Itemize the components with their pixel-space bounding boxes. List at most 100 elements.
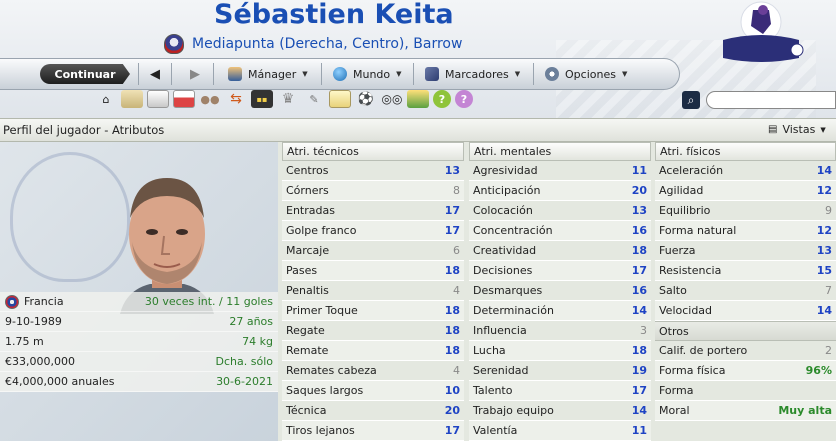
menu-options[interactable]: Opciones ▼	[545, 64, 627, 84]
player-info-list: Francia 30 veces int. / 11 goles 9-10-19…	[0, 292, 278, 392]
attribute-value: 17	[444, 224, 460, 237]
attribute-row[interactable]: Influencia 3	[469, 321, 651, 341]
attribute-row[interactable]: Penaltis 4	[282, 281, 464, 301]
globe-icon	[333, 67, 347, 81]
attribute-row[interactable]: Saques largos 10	[282, 381, 464, 401]
attribute-row[interactable]: Equilibrio 9	[655, 201, 836, 221]
attribute-row[interactable]: Regate 18	[282, 321, 464, 341]
attribute-row[interactable]: Agilidad 12	[655, 181, 836, 201]
attribute-row[interactable]: Forma natural 12	[655, 221, 836, 241]
attribute-row[interactable]: Trabajo equipo 14	[469, 401, 651, 421]
attribute-row[interactable]: Concentración 16	[469, 221, 651, 241]
continue-button[interactable]: Continuar	[40, 64, 130, 84]
menu-bookmarks[interactable]: Marcadores ▼	[425, 64, 520, 84]
attribute-value: 12	[816, 224, 832, 237]
home-icon[interactable]: ⌂	[95, 90, 117, 108]
technical-header: Atri. técnicos	[282, 142, 464, 161]
trophy-icon[interactable]: ♛	[277, 90, 299, 108]
attribute-row[interactable]: Colocación 13	[469, 201, 651, 221]
nation-label[interactable]: Francia	[24, 295, 64, 308]
attribute-value: 16	[631, 224, 647, 237]
attribute-row[interactable]: Desmarques 16	[469, 281, 651, 301]
attribute-name: Concentración	[473, 224, 553, 237]
fixtures-icon[interactable]: ▪▪	[251, 90, 273, 108]
attribute-row[interactable]: Remates cabeza 4	[282, 361, 464, 381]
attribute-name: Agresividad	[473, 164, 538, 177]
attribute-name: Forma	[659, 384, 694, 397]
attribute-value: 15	[816, 264, 832, 277]
forward-arrow-icon[interactable]: ▶	[187, 66, 203, 82]
attribute-row[interactable]: Decisiones 17	[469, 261, 651, 281]
transfer-icon[interactable]: ⇆	[225, 90, 247, 108]
attribute-row[interactable]: Entradas 17	[282, 201, 464, 221]
stadium-icon[interactable]	[121, 90, 143, 108]
squad-icon[interactable]: ●●	[199, 90, 221, 108]
attribute-row[interactable]: Centros 13	[282, 161, 464, 181]
attribute-row[interactable]: Resistencia 15	[655, 261, 836, 281]
attribute-row[interactable]: Técnica 20	[282, 401, 464, 421]
caps-value: 30 veces int. / 11 goles	[144, 295, 273, 308]
club-badge-icon[interactable]	[164, 34, 184, 54]
views-label: Vistas	[782, 123, 816, 136]
attribute-row[interactable]: Aceleración 14	[655, 161, 836, 181]
attribute-row[interactable]: Anticipación 20	[469, 181, 651, 201]
page-title: Perfil del jugador - Atributos	[3, 123, 165, 137]
attribute-row[interactable]: Tiros lejanos 17	[282, 421, 464, 441]
tactics-icon[interactable]: ✎	[303, 90, 325, 108]
attribute-row[interactable]: Calif. de portero 2	[655, 341, 836, 361]
attribute-row[interactable]: Creatividad 18	[469, 241, 651, 261]
technical-list: Centros 13 Córners 8 Entradas 17 Golpe franco 1…	[282, 161, 464, 441]
views-dropdown[interactable]: ▤ Vistas ▼	[768, 123, 826, 136]
attribute-name: Trabajo equipo	[473, 404, 554, 417]
attribute-value: 19	[631, 364, 647, 377]
attribute-row[interactable]: Forma física 96%	[655, 361, 836, 381]
caret-down-icon: ▼	[396, 70, 402, 78]
search-input[interactable]	[706, 91, 836, 109]
attribute-row[interactable]: Determinación 14	[469, 301, 651, 321]
attribute-row[interactable]: Salto 7	[655, 281, 836, 301]
calendar-icon[interactable]	[173, 90, 195, 108]
attribute-row[interactable]: Agresividad 11	[469, 161, 651, 181]
attribute-row[interactable]: Córners 8	[282, 181, 464, 201]
attribute-name: Agilidad	[659, 184, 704, 197]
help-icon[interactable]: ?	[433, 90, 451, 108]
notes-icon[interactable]	[329, 90, 351, 108]
attribute-row[interactable]: Talento 17	[469, 381, 651, 401]
search-icon[interactable]: ⌕	[682, 91, 700, 109]
scout-icon[interactable]: ◎◎	[381, 90, 403, 108]
attribute-value: 20	[444, 404, 460, 417]
attribute-row[interactable]: Primer Toque 18	[282, 301, 464, 321]
menu-world[interactable]: Mundo ▼	[333, 64, 402, 84]
attribute-value: 13	[631, 204, 647, 217]
attribute-value: 13	[816, 244, 832, 257]
attribute-value: 14	[816, 164, 832, 177]
attribute-row[interactable]: Moral Muy alta	[655, 401, 836, 421]
attribute-row[interactable]: Velocidad 14	[655, 301, 836, 321]
attribute-row[interactable]: Marcaje 6	[282, 241, 464, 261]
attribute-row[interactable]: Forma	[655, 381, 836, 401]
attribute-name: Centros	[286, 164, 329, 177]
attribute-row[interactable]: Valentía 11	[469, 421, 651, 441]
attribute-row[interactable]: Serenidad 19	[469, 361, 651, 381]
training-icon[interactable]: ⚽	[355, 90, 377, 108]
attribute-value: 18	[444, 264, 460, 277]
finance-icon[interactable]	[407, 90, 429, 108]
inbox-icon[interactable]	[147, 90, 169, 108]
attribute-name: Influencia	[473, 324, 527, 337]
attribute-row[interactable]: Fuerza 13	[655, 241, 836, 261]
attribute-value: 18	[631, 344, 647, 357]
menu-manager[interactable]: Mánager ▼	[228, 64, 308, 84]
position-club-link[interactable]: Mediapunta (Derecha, Centro), Barrow	[192, 36, 462, 52]
question-icon[interactable]: ?	[455, 90, 473, 108]
manager-icon	[228, 67, 242, 81]
attribute-row[interactable]: Remate 18	[282, 341, 464, 361]
attribute-row[interactable]: Golpe franco 17	[282, 221, 464, 241]
toolbar-divider	[171, 63, 172, 85]
attribute-row[interactable]: Pases 18	[282, 261, 464, 281]
others-header: Otros	[655, 321, 836, 341]
attribute-value: 16	[631, 284, 647, 297]
attribute-name: Serenidad	[473, 364, 529, 377]
back-arrow-icon[interactable]: ◀	[147, 66, 163, 82]
attribute-value: 14	[631, 304, 647, 317]
attribute-row[interactable]: Lucha 18	[469, 341, 651, 361]
